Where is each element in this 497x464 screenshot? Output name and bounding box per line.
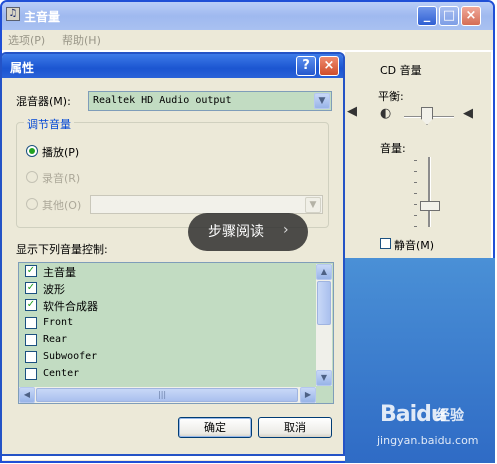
list-item: Front — [43, 317, 74, 328]
radio-other-label: 其他(O) — [42, 199, 82, 212]
chevron-right-icon: › — [283, 222, 289, 238]
chevron-down-icon[interactable]: ▼ — [305, 197, 321, 213]
other-device-select[interactable] — [90, 195, 323, 214]
checkbox-master[interactable]: ✓ — [25, 265, 37, 277]
radio-recording[interactable] — [26, 171, 38, 183]
scroll-up-icon[interactable]: ▲ — [316, 264, 332, 280]
volume-tick — [414, 226, 417, 227]
watermark-brand: 经验 — [436, 408, 464, 424]
checkbox-front[interactable] — [25, 317, 37, 329]
dialog-title-bar — [2, 54, 343, 78]
volume-slider[interactable] — [420, 201, 440, 211]
volume-track — [428, 157, 431, 227]
chevron-down-icon[interactable]: ▼ — [314, 93, 330, 109]
desktop-background — [345, 258, 495, 463]
checkbox-subwoofer[interactable] — [25, 351, 37, 363]
list-item: Rear — [43, 334, 68, 345]
mute-checkbox[interactable] — [380, 238, 391, 249]
dialog-title: 属性 — [10, 61, 35, 75]
list-item: 软件合成器 — [43, 300, 98, 313]
maximize-button[interactable]: □ — [439, 6, 459, 26]
minimize-button[interactable]: _ — [417, 6, 437, 26]
cancel-button[interactable]: 取消 — [258, 417, 332, 438]
list-item: 波形 — [43, 283, 65, 296]
volume-tick — [414, 182, 417, 183]
watermark-url: jingyan.baidu.com — [377, 434, 479, 447]
radio-recording-label: 录音(R) — [42, 172, 81, 185]
ok-button[interactable]: 确定 — [178, 417, 252, 438]
checkbox-center[interactable] — [25, 368, 37, 380]
volume-tick — [414, 215, 417, 216]
main-window-title: 主音量 — [24, 10, 61, 24]
radio-playback[interactable] — [26, 145, 38, 157]
menu-help[interactable]: 帮助(H) — [62, 32, 101, 48]
scroll-right-icon[interactable]: ▶ — [300, 387, 316, 403]
volume-tick — [414, 193, 417, 194]
scroll-down-icon[interactable]: ▼ — [316, 370, 332, 386]
group-title: 调节音量 — [24, 116, 74, 132]
speaker-icon: ◀ — [347, 104, 357, 119]
volume-tick — [414, 171, 417, 172]
speaker-right-icon: ◀ — [463, 106, 473, 121]
volume-tick — [414, 160, 417, 161]
mixer-label: 混音器(M): — [16, 95, 71, 108]
speaker-left-icon: ◐ — [380, 106, 392, 121]
volume-label: 音量: — [380, 142, 406, 155]
help-button[interactable]: ? — [296, 56, 316, 76]
list-item: Center — [43, 368, 80, 379]
volume-controls-label: 显示下列音量控制: — [16, 243, 108, 256]
vertical-scroll-thumb[interactable] — [317, 281, 331, 325]
cd-volume-panel — [345, 52, 491, 260]
balance-label: 平衡: — [378, 90, 404, 103]
scroll-left-icon[interactable]: ◀ — [19, 387, 35, 403]
volume-controls-list[interactable] — [18, 262, 334, 404]
cd-volume-title: CD 音量 — [380, 64, 422, 77]
list-item: Subwoofer — [43, 351, 98, 362]
steps-reading-button[interactable]: 步骤阅读 — [188, 213, 308, 251]
radio-selected-dot — [29, 148, 35, 154]
mute-label: 静音(M) — [394, 239, 435, 252]
checkbox-wave[interactable]: ✓ — [25, 282, 37, 294]
checkbox-rear[interactable] — [25, 334, 37, 346]
mixer-select[interactable]: Realtek HD Audio output — [88, 91, 332, 111]
radio-other[interactable] — [26, 198, 38, 210]
volume-tick — [414, 204, 417, 205]
horizontal-scroll-thumb[interactable] — [36, 388, 298, 402]
grip-icon: ||| — [158, 390, 167, 399]
list-item: 主音量 — [43, 266, 76, 279]
menu-options[interactable]: 选项(P) — [8, 32, 45, 48]
radio-playback-label[interactable]: 播放(P) — [42, 144, 79, 160]
dialog-close-button[interactable]: × — [319, 56, 339, 76]
checkbox-synth[interactable]: ✓ — [25, 299, 37, 311]
close-button[interactable]: × — [461, 6, 481, 26]
app-icon: ♫ — [6, 7, 20, 21]
